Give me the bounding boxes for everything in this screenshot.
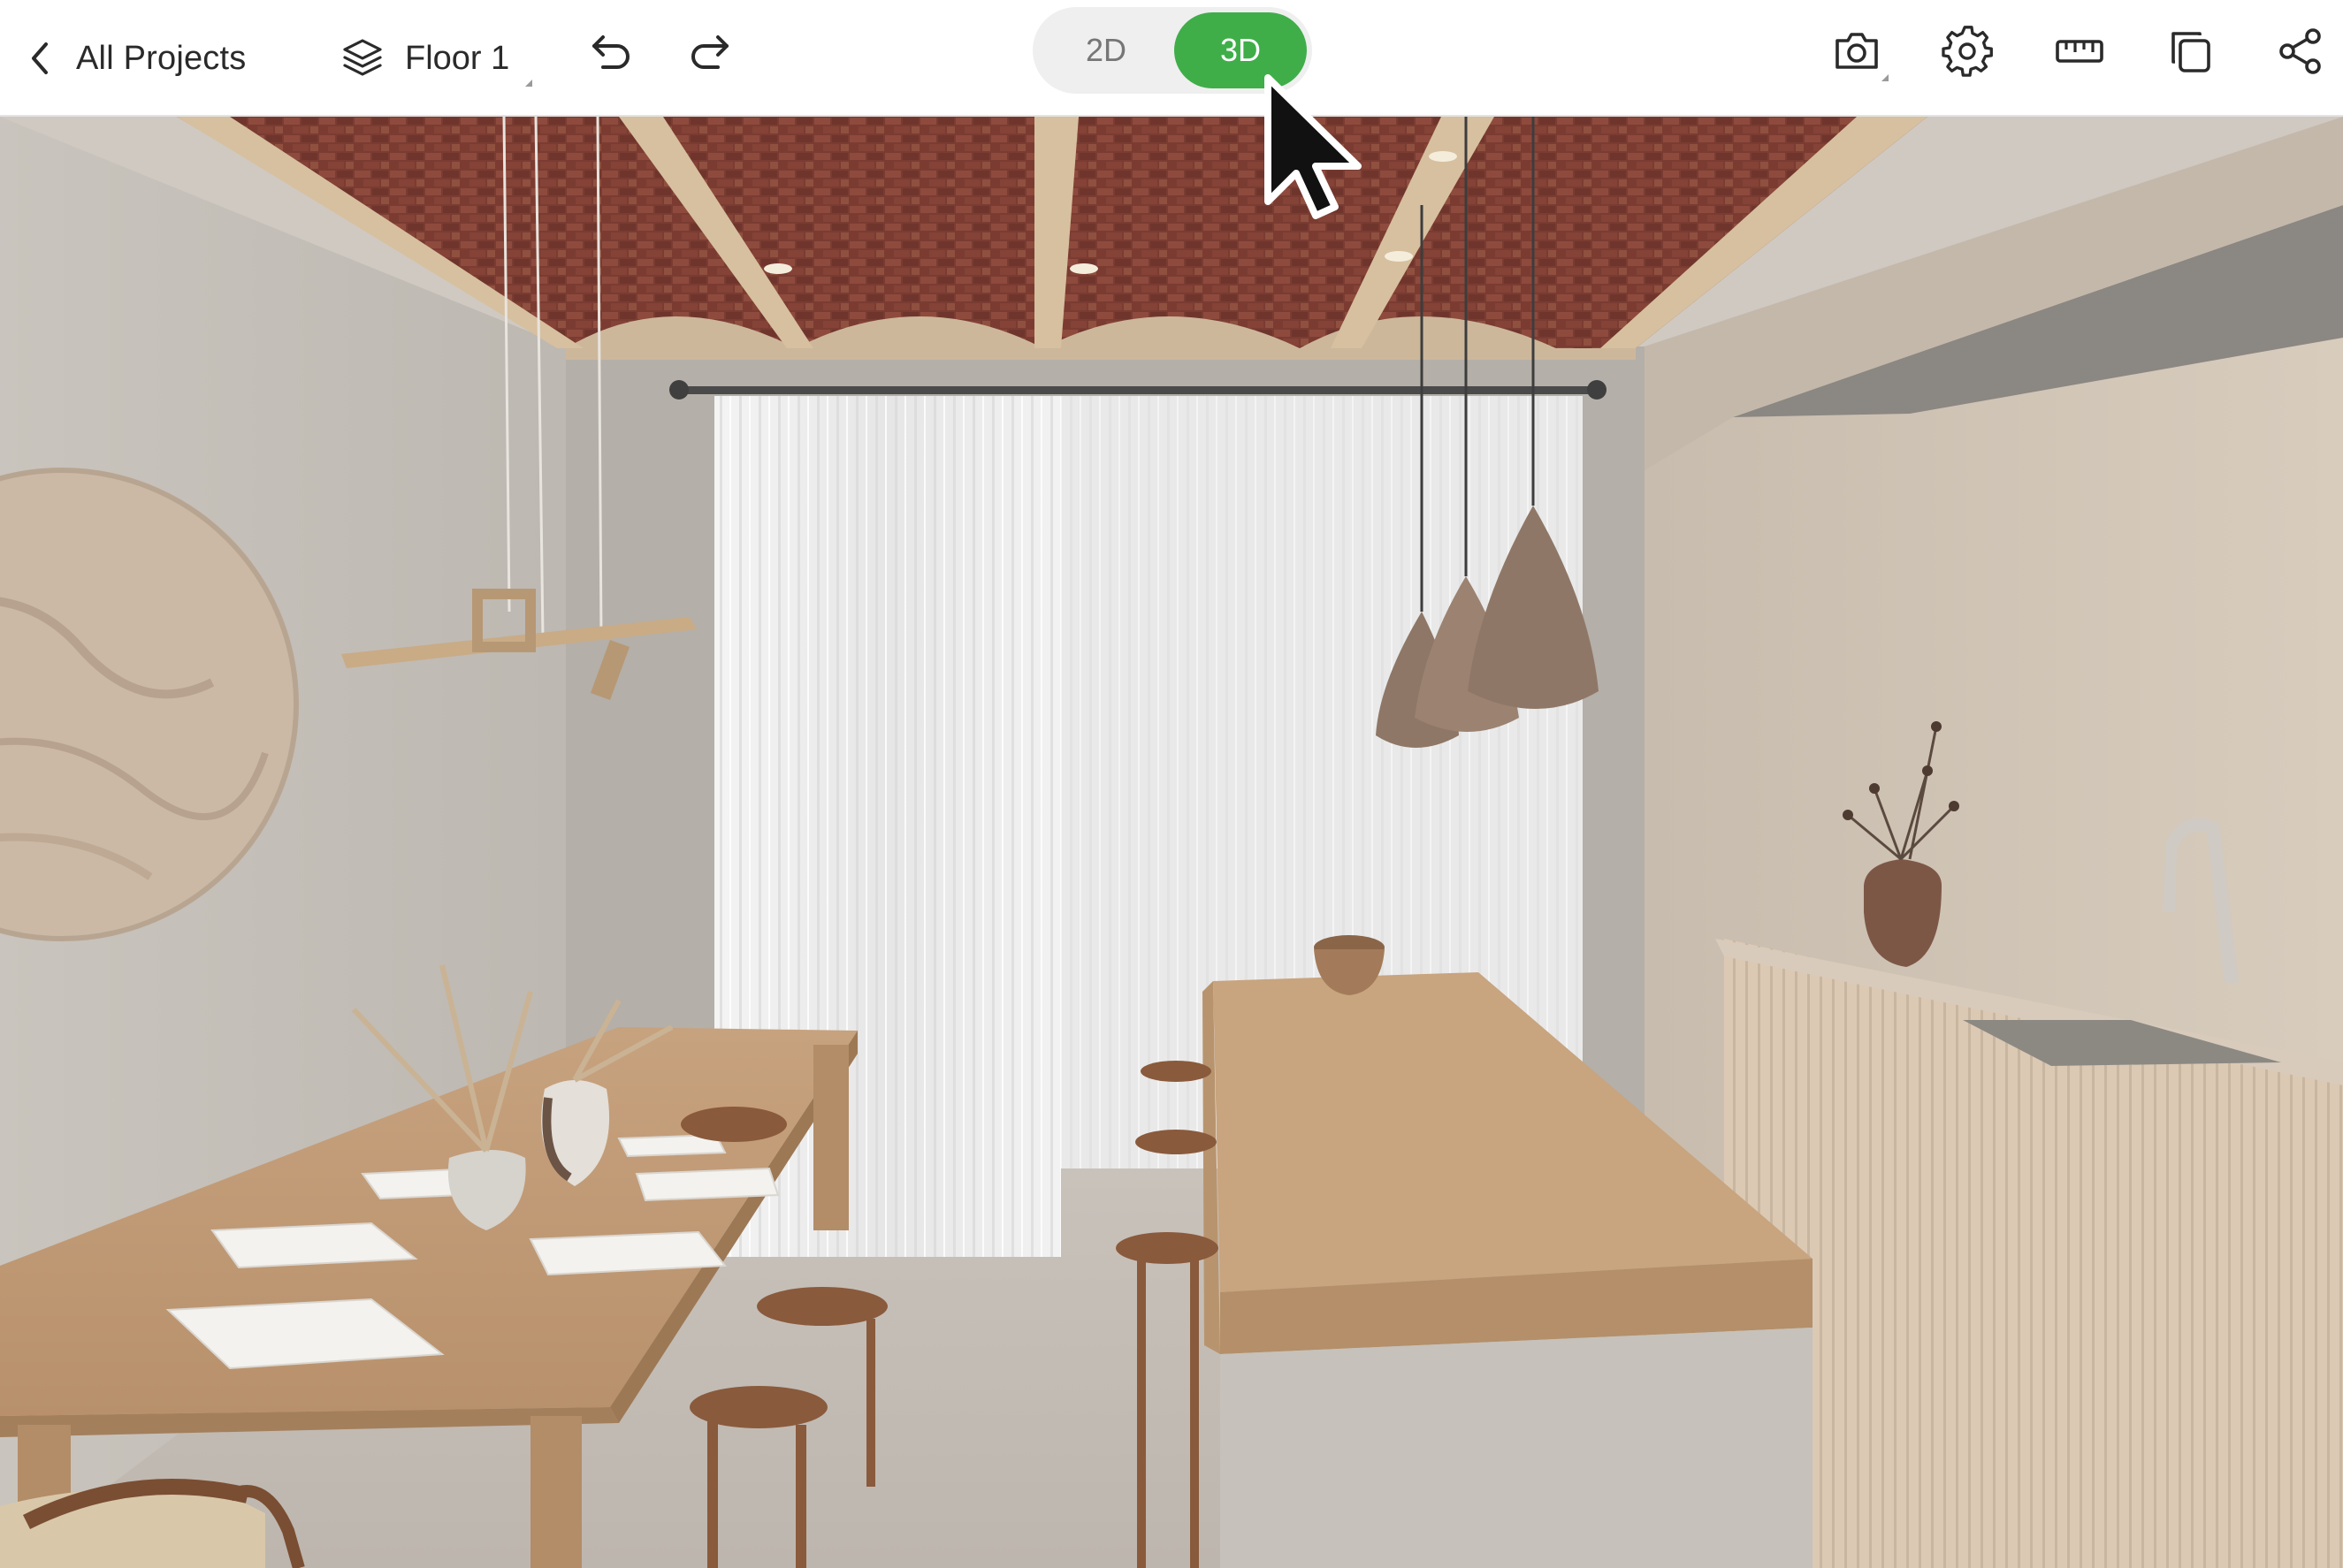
measure-button[interactable] (2051, 23, 2108, 80)
undo-button[interactable] (587, 27, 637, 76)
top-toolbar: All Projects Floor 1 2D 3D (0, 0, 2343, 117)
redo-icon (691, 35, 729, 69)
3d-viewport[interactable] (0, 117, 2343, 1568)
camera-icon (1835, 33, 1878, 69)
view-2d-button[interactable]: 2D (1038, 12, 1174, 88)
undo-icon (592, 35, 630, 69)
duplicate-button[interactable] (2163, 23, 2219, 80)
chevron-left-icon (32, 42, 48, 74)
all-projects-label: All Projects (76, 39, 247, 77)
mouse-cursor-icon (1264, 74, 1362, 219)
copy-icon (2171, 32, 2210, 72)
share-button[interactable] (2272, 23, 2329, 80)
layers-icon (343, 39, 382, 76)
gear-icon (1942, 26, 1993, 77)
floor-label: Floor 1 (405, 39, 510, 77)
dropdown-indicator-icon (1881, 74, 1889, 81)
dropdown-indicator-icon (525, 80, 532, 87)
ruler-icon (2056, 40, 2103, 63)
floor-selector[interactable]: Floor 1 (340, 23, 532, 94)
share-icon (2279, 28, 2321, 74)
redo-button[interactable] (684, 27, 734, 76)
snapshot-button[interactable] (1828, 23, 1889, 81)
settings-button[interactable] (1940, 23, 1996, 80)
all-projects-button[interactable]: All Projects (27, 23, 246, 94)
room-render (0, 117, 2343, 1568)
